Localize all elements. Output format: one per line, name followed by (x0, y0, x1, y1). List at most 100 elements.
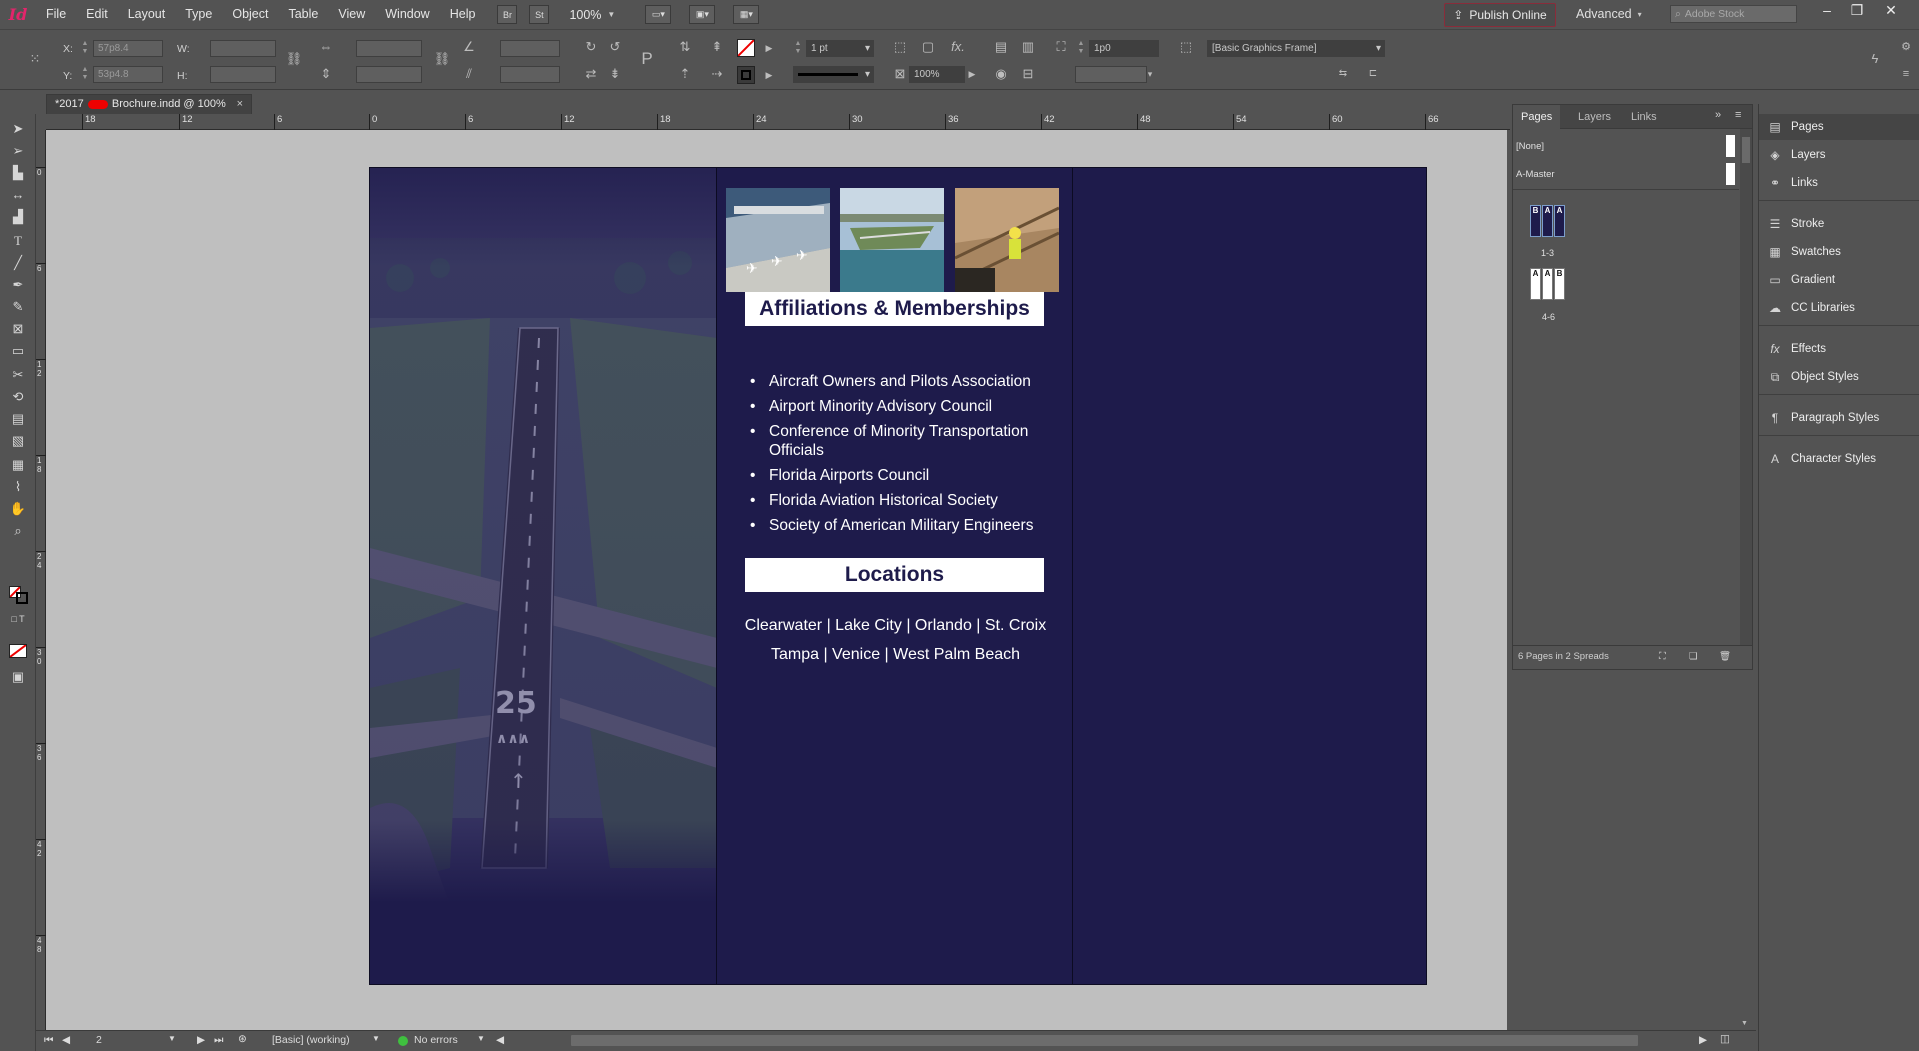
direct-selection-tool-icon[interactable]: ➢ (8, 142, 28, 160)
locations-heading[interactable]: Locations (745, 558, 1044, 592)
zoom-tool-icon[interactable]: ⌕ (8, 522, 28, 540)
selection-tool-icon[interactable]: ➤ (8, 120, 28, 138)
chevron-down-icon[interactable]: ▼ (372, 1034, 380, 1043)
menu-object[interactable]: Object (222, 0, 278, 29)
stroke-swatch[interactable] (737, 66, 755, 84)
corner-shape-dropdown[interactable] (1075, 66, 1147, 83)
y-position-field[interactable]: 53p4.8 (93, 66, 163, 83)
vertical-ruler[interactable]: 0 6 1 2 1 8 2 4 3 0 3 6 4 2 4 8 (36, 130, 46, 1030)
dock-effects[interactable]: fx Effects (1759, 336, 1919, 362)
dock-layers[interactable]: ◈ Layers (1759, 142, 1919, 168)
pages-panel-scrollbar[interactable] (1740, 129, 1752, 645)
quick-apply-icon[interactable]: ϟ (1866, 50, 1884, 68)
split-layout-icon[interactable]: ◫ (1720, 1033, 1730, 1045)
horizontal-ruler[interactable]: 18 12 6 0 6 12 18 24 30 36 42 48 54 60 6… (46, 114, 1510, 130)
x-position-field[interactable]: 57p8.4 (93, 40, 163, 57)
locations-line-1[interactable]: Clearwater | Lake City | Orlando | St. C… (718, 617, 1073, 635)
stroke-weight-field[interactable]: 1 pt ▾ (806, 40, 874, 57)
next-page-icon[interactable]: ▶ (197, 1034, 205, 1046)
menu-edit[interactable]: Edit (76, 0, 118, 29)
master-a[interactable]: A-Master (1516, 169, 1555, 180)
line-tool-icon[interactable]: ╱ (8, 254, 28, 272)
flip-vertical-icon[interactable]: ⇄ (582, 65, 600, 83)
gap-field[interactable]: 1p0 (1089, 40, 1159, 57)
scissors-tool-icon[interactable]: ✂ (8, 366, 28, 384)
scale-x-field[interactable] (356, 40, 422, 57)
middle-panel[interactable]: ✈ ✈ ✈ Affiliations & Memberships • Aircr… (718, 168, 1073, 984)
dock-links[interactable]: ⚭ Links (1759, 170, 1919, 196)
photo-airfield-bay[interactable] (840, 188, 944, 292)
restore-icon[interactable]: ❐ (1842, 0, 1872, 20)
note-tool-icon[interactable]: ▦ (8, 456, 28, 474)
select-container-icon[interactable]: ⇞ (708, 38, 726, 56)
text-wrap-icon[interactable]: ▤ (992, 38, 1010, 56)
scroll-down-icon[interactable]: ▼ (1741, 1020, 1749, 1030)
tab-links[interactable]: Links (1623, 105, 1665, 129)
dock-swatches[interactable]: ▦ Swatches (1759, 239, 1919, 265)
workspace-switcher[interactable]: Advanced ▾ (1576, 0, 1642, 29)
stroke-type-dropdown[interactable]: ▾ (793, 66, 874, 83)
page-thumb-2[interactable]: A (1542, 205, 1553, 237)
locations-line-2[interactable]: Tampa | Venice | West Palm Beach (718, 646, 1073, 664)
control-menu-icon[interactable]: ≡ (1897, 65, 1915, 83)
edit-page-size-icon[interactable]: ⛶ (1659, 646, 1666, 668)
chevron-down-icon[interactable]: ▾ (1141, 65, 1159, 83)
pasteboard[interactable]: 25 ∧∧∧ ↑ ✈ ✈ ✈ (46, 130, 1507, 1030)
dock-object-styles[interactable]: ⧉ Object Styles (1759, 364, 1919, 390)
stock-button[interactable]: St (529, 5, 550, 24)
page-thumb-6[interactable]: B (1554, 268, 1565, 300)
horizontal-scrollbar-thumb[interactable] (571, 1035, 1638, 1046)
scale-y-field[interactable] (356, 66, 422, 83)
rotate-cw-icon[interactable]: ↻ (582, 38, 600, 56)
close-window-icon[interactable]: ✕ (1876, 0, 1906, 20)
arrange-documents-icon[interactable]: ▦▾ (733, 5, 760, 24)
page-thumb-5[interactable]: A (1542, 268, 1553, 300)
gap-tool-icon[interactable]: ↔ (8, 186, 28, 204)
drop-shadow-icon[interactable]: ▢ (919, 38, 937, 56)
content-collector-icon[interactable]: ▟ (8, 208, 28, 226)
open-document-icon[interactable]: ⊛ (238, 1033, 247, 1045)
master-none[interactable]: [None] (1516, 141, 1544, 152)
height-field[interactable] (210, 66, 276, 83)
reference-point-icon[interactable]: ⁙ (26, 50, 44, 68)
auto-fit-icon[interactable]: ◉ (992, 65, 1010, 83)
right-panel[interactable] (1074, 168, 1426, 984)
dock-stroke[interactable]: ☰ Stroke (1759, 211, 1919, 237)
publish-online-button[interactable]: ⇪ Publish Online (1444, 3, 1556, 27)
gap-stepper-icon[interactable]: ▲ ▼ (1076, 40, 1086, 57)
last-page-icon[interactable]: ⏭ (214, 1034, 223, 1047)
effects-fx-icon[interactable]: fx. (949, 38, 967, 56)
dock-cc-libraries[interactable]: ☁ CC Libraries (1759, 295, 1919, 321)
pencil-tool-icon[interactable]: ✎ (8, 298, 28, 316)
stroke-weight-stepper-icon[interactable]: ▲ ▼ (793, 40, 803, 57)
hand-tool-icon[interactable]: ✋ (8, 500, 28, 518)
rectangle-tool-icon[interactable]: ▭ (8, 342, 28, 360)
menu-window[interactable]: Window (375, 0, 439, 29)
y-stepper-icon[interactable]: ▲ ▼ (80, 66, 90, 83)
opacity-menu-icon[interactable]: ▶ (963, 65, 981, 83)
clear-attributes-icon[interactable]: ⊏ (1364, 65, 1382, 83)
collapse-panel-icon[interactable]: » (1715, 109, 1721, 121)
preflight-profile[interactable]: [Basic] (working) (272, 1034, 350, 1046)
constrain-scale-icon[interactable]: ⛓ (433, 50, 451, 68)
pen-tool-icon[interactable]: ✒ (8, 276, 28, 294)
rectangle-frame-tool-icon[interactable]: ⊠ (8, 320, 28, 338)
page-thumb-4[interactable]: A (1530, 268, 1541, 300)
opacity-field[interactable]: 100% (909, 66, 965, 83)
rotate-ccw-icon[interactable]: ↺ (606, 38, 624, 56)
apply-none-icon[interactable] (9, 644, 27, 658)
photo-construction-workers[interactable] (955, 188, 1059, 292)
preflight-errors[interactable]: No errors (414, 1034, 458, 1046)
dock-character-styles[interactable]: A Character Styles (1759, 446, 1919, 472)
width-field[interactable] (210, 40, 276, 57)
rotation-angle-field[interactable] (500, 40, 560, 57)
fill-swatch-none[interactable] (737, 39, 755, 57)
wrap-around-icon[interactable]: ▥ (1019, 38, 1037, 56)
fit-content-icon[interactable]: ⊟ (1019, 65, 1037, 83)
spread-1-3[interactable]: B A A (1530, 205, 1565, 237)
scroll-left-icon[interactable]: ◀ (496, 1034, 504, 1046)
stroke-menu-icon[interactable]: ▶ (760, 66, 778, 84)
screen-mode-icon[interactable]: ▣▾ (689, 5, 716, 24)
zoom-level-dropdown[interactable]: 100% ▼ (569, 8, 615, 22)
photo-airport-planes[interactable]: ✈ ✈ ✈ (726, 188, 830, 292)
